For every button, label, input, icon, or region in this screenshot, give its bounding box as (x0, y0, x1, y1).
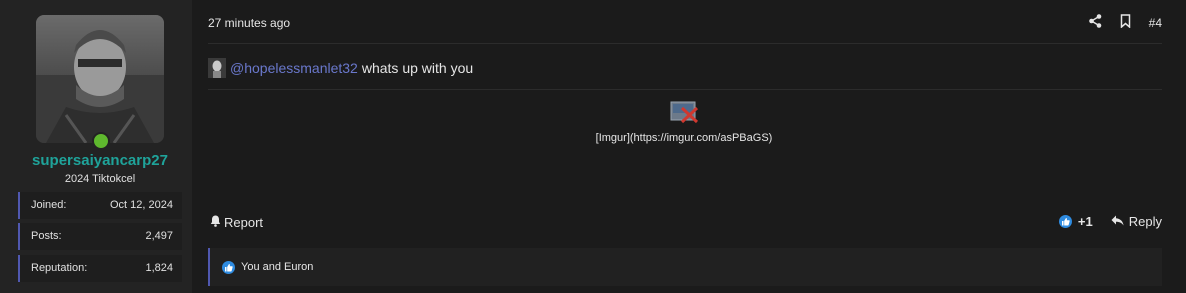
post-header-actions: #4 (1088, 13, 1162, 33)
avatar-image (36, 15, 164, 143)
stat-label: Joined: (31, 199, 67, 211)
mention-avatar (208, 58, 226, 78)
bookmark-icon[interactable] (1120, 13, 1131, 33)
post-message: @hopelessmanlet32 whats up with you (208, 58, 473, 78)
reply-label: Reply (1128, 214, 1162, 229)
online-status-indicator (92, 132, 110, 150)
mention-link[interactable]: @hopelessmanlet32 (230, 60, 358, 76)
stat-label: Reputation: (31, 262, 88, 274)
post-content: 27 minutes ago #4 @hopelessmanlet32 what… (192, 0, 1186, 293)
stat-posts: Posts: 2,497 (18, 223, 182, 250)
like-icon (222, 260, 235, 274)
reply-button[interactable]: Reply (1111, 214, 1162, 229)
stat-joined: Joined: Oct 12, 2024 (18, 192, 182, 219)
post-container: supersaiyancarp27 2024 Tiktokcel Joined:… (0, 0, 1186, 293)
user-info-panel: supersaiyancarp27 2024 Tiktokcel Joined:… (0, 0, 192, 293)
like-count-value: +1 (1077, 214, 1093, 229)
divider (208, 43, 1162, 44)
broken-image-icon (670, 100, 700, 124)
avatar[interactable] (36, 15, 164, 143)
reactions-summary[interactable]: You and Euron (208, 248, 1162, 286)
image-link-text: [Imgur](https://imgur.com/asPBaGS) (595, 132, 773, 144)
stat-value: 1,824 (145, 262, 173, 274)
report-label: Report (224, 215, 264, 230)
like-icon (1058, 215, 1072, 228)
user-title: 2024 Tiktokcel (64, 173, 136, 185)
stat-value: 2,497 (145, 230, 173, 242)
reply-icon (1111, 214, 1124, 229)
bell-icon (210, 215, 221, 230)
stat-value: Oct 12, 2024 (110, 199, 173, 211)
report-button[interactable]: Report (210, 215, 263, 230)
post-timestamp[interactable]: 27 minutes ago (208, 16, 290, 30)
like-button[interactable]: +1 (1058, 214, 1093, 229)
divider (208, 89, 1162, 90)
stat-label: Posts: (31, 230, 62, 242)
post-actions: +1 Reply (1058, 214, 1162, 229)
username-link[interactable]: supersaiyancarp27 (0, 152, 200, 169)
share-icon[interactable] (1088, 13, 1102, 33)
message-text: whats up with you (361, 60, 474, 76)
stat-reputation: Reputation: 1,824 (18, 255, 182, 282)
reactions-text: You and Euron (241, 261, 314, 273)
post-number[interactable]: #4 (1149, 16, 1162, 30)
